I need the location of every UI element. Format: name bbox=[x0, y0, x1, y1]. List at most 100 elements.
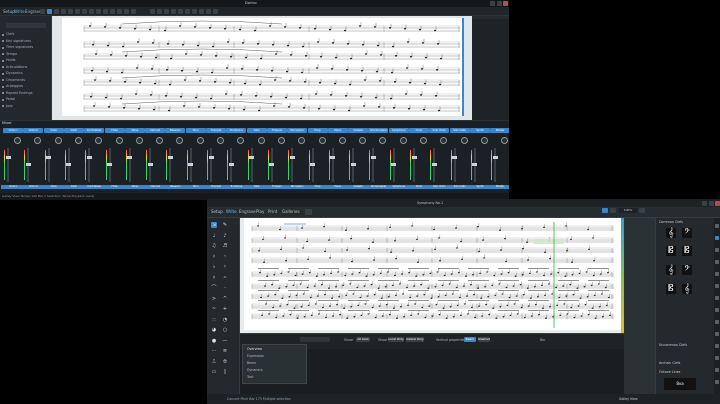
note-duration-icon[interactable] bbox=[54, 9, 59, 14]
panel-toggle-icon[interactable] bbox=[715, 368, 719, 372]
pan-knob[interactable] bbox=[318, 137, 326, 144]
maximize-icon[interactable] bbox=[709, 200, 714, 206]
volume-fader[interactable] bbox=[331, 148, 334, 182]
panel-toggle-icon[interactable] bbox=[715, 248, 719, 252]
palette-item[interactable]: Arpeggios bbox=[6, 84, 23, 88]
palette-item[interactable]: Clefs bbox=[6, 32, 14, 36]
fader-cap[interactable] bbox=[350, 163, 356, 166]
volume-fader[interactable] bbox=[47, 148, 50, 182]
toolbar-icon[interactable] bbox=[192, 9, 197, 14]
toolbar-icon[interactable] bbox=[171, 9, 176, 14]
volume-fader[interactable] bbox=[291, 148, 294, 182]
note-input-tool-icon[interactable]: 𝄽 bbox=[211, 254, 217, 260]
pan-knob[interactable] bbox=[480, 137, 488, 144]
pan-knob[interactable] bbox=[338, 137, 346, 144]
fader-cap[interactable] bbox=[5, 156, 11, 159]
panel-toggle-icon[interactable] bbox=[715, 236, 719, 240]
channel-name-button[interactable]: Timpani bbox=[266, 128, 287, 133]
fader-cap[interactable] bbox=[370, 156, 376, 159]
list-item[interactable]: Dynamics bbox=[247, 368, 263, 372]
slashed-button[interactable]: Slashed bbox=[478, 337, 490, 342]
note-duration-icon[interactable] bbox=[75, 9, 80, 14]
palette-item[interactable]: Dynamics bbox=[6, 71, 23, 75]
note-input-tool-icon[interactable]: + bbox=[222, 306, 228, 312]
channel-name-button[interactable]: Horn bbox=[185, 128, 206, 133]
pan-knob[interactable] bbox=[257, 137, 265, 144]
note-duration-icon[interactable] bbox=[40, 9, 45, 14]
channel-name-button[interactable]: Oboe bbox=[124, 128, 145, 133]
channel-name-button[interactable]: Viola bbox=[43, 128, 64, 133]
tab-play[interactable]: Play bbox=[256, 209, 264, 214]
toolbar-icon[interactable] bbox=[164, 9, 169, 14]
fader-cap[interactable] bbox=[249, 156, 255, 159]
fader-cap[interactable] bbox=[46, 156, 52, 159]
note-input-tool-icon[interactable]: ▯ bbox=[222, 369, 228, 375]
note-input-tool-icon[interactable]: ◕ bbox=[211, 327, 217, 333]
tab-galleries[interactable]: Galleries bbox=[282, 209, 300, 214]
zoom-level[interactable]: 100% bbox=[619, 208, 637, 213]
tab-print[interactable]: Print bbox=[268, 209, 277, 214]
note-input-tool-icon[interactable]: 𝄐 bbox=[222, 275, 228, 281]
note-input-tool-icon[interactable]: · bbox=[222, 285, 228, 291]
channel-name-button[interactable]: Celesta bbox=[348, 128, 369, 133]
note-input-tool-icon[interactable]: ⎍ bbox=[211, 359, 217, 365]
channel-name-button[interactable]: Choir bbox=[409, 128, 429, 133]
tab-clef-icon[interactable]: 𝄞 bbox=[682, 284, 692, 294]
maximize-icon[interactable] bbox=[497, 1, 502, 6]
fader-cap[interactable] bbox=[208, 156, 214, 159]
fader-cap[interactable] bbox=[66, 163, 72, 166]
pan-knob[interactable] bbox=[115, 137, 123, 144]
fader-cap[interactable] bbox=[147, 163, 153, 166]
channel-name-button[interactable]: Xylophone bbox=[388, 128, 409, 133]
volume-fader[interactable] bbox=[494, 148, 497, 182]
list-item[interactable]: Expression bbox=[247, 354, 264, 358]
note-input-tool-icon[interactable]: ≡ bbox=[222, 348, 228, 354]
channel-name-button[interactable]: Harp bbox=[307, 128, 328, 133]
note-input-tool-icon[interactable]: ⇲ bbox=[211, 222, 217, 228]
note-duration-icon[interactable] bbox=[47, 9, 52, 14]
beam-button[interactable]: Beam bbox=[464, 337, 476, 342]
note-input-tool-icon[interactable]: ♯ bbox=[211, 275, 217, 281]
palette-item[interactable]: Repeat Endings bbox=[6, 91, 32, 95]
percussion-clef-icon[interactable]: 𝄡 bbox=[666, 284, 676, 294]
volume-fader[interactable] bbox=[210, 148, 212, 182]
channel-name-button[interactable]: Bassoon bbox=[165, 128, 186, 133]
bass-8-clef-icon[interactable]: 𝄢 bbox=[682, 265, 692, 275]
toolbar-icon[interactable] bbox=[157, 9, 162, 14]
pan-knob[interactable] bbox=[217, 137, 224, 144]
global-only-button[interactable]: Global Only bbox=[406, 337, 424, 342]
panel-toggle-icon[interactable] bbox=[715, 332, 719, 336]
pan-knob[interactable] bbox=[54, 137, 62, 144]
all-bars-button[interactable]: All bars bbox=[356, 337, 370, 342]
note-duration-icon[interactable] bbox=[89, 9, 94, 14]
treble-clef-icon[interactable]: 𝄞 bbox=[666, 228, 676, 238]
channel-name-button[interactable]: Contrabass bbox=[84, 128, 105, 133]
toolbar-icon[interactable] bbox=[150, 9, 155, 14]
note-input-tool-icon[interactable]: ○ bbox=[222, 327, 228, 333]
note-duration-icon[interactable] bbox=[117, 9, 122, 14]
note-input-tool-icon[interactable]: ♫ bbox=[211, 243, 217, 249]
note-duration-icon[interactable] bbox=[68, 9, 73, 14]
note-duration-icon[interactable] bbox=[103, 9, 108, 14]
note-duration-icon[interactable] bbox=[110, 9, 115, 14]
channel-name-button[interactable]: Percussion bbox=[287, 128, 308, 133]
treble-8-clef-icon[interactable]: 𝄞 bbox=[666, 265, 676, 275]
note-duration-icon[interactable] bbox=[124, 9, 129, 14]
alto-clef-icon[interactable]: 𝄡 bbox=[666, 246, 676, 256]
tab-write[interactable]: Write bbox=[14, 9, 25, 14]
pan-knob[interactable] bbox=[74, 137, 82, 144]
palette-item[interactable]: Holds bbox=[6, 58, 16, 62]
palette-item[interactable]: Articulations bbox=[6, 65, 27, 69]
pan-knob[interactable] bbox=[277, 137, 285, 144]
tenor-clef-icon[interactable]: 𝄡 bbox=[682, 246, 692, 256]
channel-name-button[interactable]: Flute bbox=[104, 128, 125, 133]
note-input-tool-icon[interactable]: > bbox=[211, 296, 217, 302]
note-input-tool-icon[interactable]: ♬ bbox=[222, 243, 228, 249]
volume-fader[interactable] bbox=[453, 148, 456, 182]
bass-clef-icon[interactable]: 𝄢 bbox=[682, 228, 692, 238]
note-duration-icon[interactable] bbox=[82, 9, 87, 14]
fader-cap[interactable] bbox=[228, 163, 234, 166]
toolbar-icon[interactable] bbox=[206, 9, 211, 14]
note-input-tool-icon[interactable]: ♩ bbox=[211, 233, 217, 239]
panel-toggle-icon[interactable] bbox=[715, 296, 719, 300]
